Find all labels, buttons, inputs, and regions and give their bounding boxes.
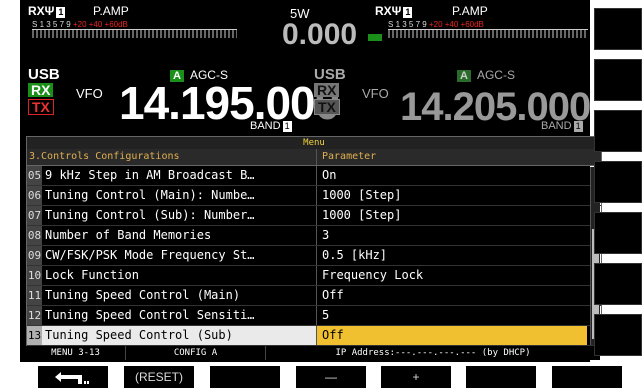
sub-mode: USB bbox=[314, 66, 346, 83]
sub-rx-badge: 1 bbox=[403, 7, 413, 18]
menu-item-value: 5 bbox=[322, 308, 330, 322]
menu-item-value: Frequency Lock bbox=[322, 268, 424, 282]
ip-address: IP Address:---.---.---.--- (by DHCP) bbox=[335, 348, 531, 358]
function-key-3[interactable] bbox=[210, 366, 280, 388]
function-key-bar: (RESET) — + bbox=[0, 363, 642, 391]
side-key-3[interactable] bbox=[594, 110, 642, 152]
menu-row[interactable]: 11 Tuning Speed Control (Main) Off bbox=[27, 286, 601, 306]
menu-row[interactable]: 12 Tuning Speed Control Sensiti… 5 bbox=[27, 306, 601, 326]
antenna-icon: Ψ bbox=[391, 4, 402, 18]
menu-header: 3.Controls Configurations Parameter bbox=[27, 149, 601, 166]
main-s-meter: S 1 3 5 7 9 +20 +40 +60dB bbox=[32, 20, 237, 38]
menu-section-title: 3.Controls Configurations bbox=[27, 149, 317, 165]
main-rx-badge: 1 bbox=[56, 7, 66, 18]
main-s-meter-bar bbox=[32, 29, 237, 38]
sub-s-meter-scale: S 1 3 5 7 9 +20 +40 +60dB bbox=[388, 20, 484, 29]
function-key-6[interactable] bbox=[466, 366, 536, 388]
menu-item-value: On bbox=[322, 168, 337, 182]
main-rx-tag: RX bbox=[28, 83, 54, 97]
sub-agc-label: AGC-S bbox=[476, 68, 515, 82]
main-tx-tag: TX bbox=[28, 99, 54, 115]
sub-band: BAND 1 bbox=[541, 120, 583, 132]
menu-list: 05 9 kHz Step in AM Broadcast B… On 06 Tuni… bbox=[27, 166, 601, 346]
radio-display: RXΨ 1 P.AMP S 1 3 5 7 9 +20 +40 +60dB 5W … bbox=[0, 0, 642, 391]
sub-agc: A AGC-S bbox=[457, 68, 515, 82]
menu-item-value: 1000 [Step] bbox=[322, 188, 402, 202]
menu-row[interactable]: 08 Number of Band Memories 3 bbox=[27, 226, 601, 246]
minus-button[interactable]: — bbox=[296, 366, 366, 388]
sub-preamp-label: P.AMP bbox=[452, 4, 488, 18]
lcd-screen: RXΨ 1 P.AMP S 1 3 5 7 9 +20 +40 +60dB 5W … bbox=[20, 0, 602, 362]
side-key-7[interactable] bbox=[594, 314, 642, 356]
menu-item-label: Tuning Control (Sub): Number… bbox=[45, 208, 255, 222]
main-rx-indicator: RXΨ 1 bbox=[28, 4, 66, 18]
side-key-1[interactable] bbox=[594, 8, 642, 50]
menu-row[interactable]: 09 CW/FSK/PSK Mode Frequency St… 0.5 [kHz] bbox=[27, 246, 601, 266]
menu-row[interactable]: 10 Lock Function Frequency Lock bbox=[27, 266, 601, 286]
sub-rx-indicator: RXΨ 1 bbox=[375, 4, 413, 18]
side-key-4[interactable] bbox=[594, 161, 642, 203]
menu-row[interactable]: 06 Tuning Control (Main): Numbe… 1000 [Ste… bbox=[27, 186, 601, 206]
menu-item-label: Number of Band Memories bbox=[45, 228, 212, 242]
side-key-6[interactable] bbox=[594, 263, 642, 305]
menu-item-value: 3 bbox=[322, 228, 330, 242]
back-button[interactable] bbox=[38, 366, 108, 388]
menu-title: Menu bbox=[27, 137, 601, 149]
config-name: CONFIG A bbox=[126, 346, 266, 360]
menu-position: MENU 3-13 bbox=[26, 346, 126, 360]
menu-item-label: Lock Function bbox=[45, 268, 139, 282]
menu-item-label: CW/FSK/PSK Mode Frequency St… bbox=[45, 248, 255, 262]
main-s-meter-scale: S 1 3 5 7 9 +20 +40 +60dB bbox=[32, 20, 128, 29]
sub-rx-label: RX bbox=[375, 4, 392, 18]
menu-item-label: Tuning Speed Control (Main) bbox=[45, 288, 241, 302]
main-mode: USB bbox=[28, 66, 60, 83]
menu-item-value: Off bbox=[317, 326, 587, 345]
power-meter-value: 0.000 bbox=[282, 18, 358, 51]
sub-s-meter-bar bbox=[388, 29, 588, 38]
menu-item-label: 9 kHz Step in AM Broadcast B… bbox=[45, 168, 255, 182]
menu-panel: Menu 3.Controls Configurations Parameter… bbox=[26, 136, 602, 347]
sub-rx-tag: RX bbox=[314, 83, 340, 97]
menu-item-label: Tuning Speed Control Sensiti… bbox=[45, 308, 255, 322]
menu-row[interactable]: 05 9 kHz Step in AM Broadcast B… On bbox=[27, 166, 601, 186]
sub-agc-badge: A bbox=[457, 70, 471, 82]
sub-vfo-label: VFO bbox=[362, 86, 389, 101]
main-vfo-label: VFO bbox=[76, 86, 103, 101]
main-band: BAND 1 bbox=[250, 120, 292, 132]
status-bar: MENU 3-13 CONFIG A IP Address:---.---.--… bbox=[26, 346, 600, 360]
plus-button[interactable]: + bbox=[381, 366, 451, 388]
menu-item-label: Tuning Speed Control (Sub) bbox=[45, 328, 233, 342]
sub-tx-tag: TX bbox=[314, 99, 340, 115]
function-key-7[interactable] bbox=[552, 366, 622, 388]
side-key-2[interactable] bbox=[594, 59, 642, 101]
return-arrow-icon bbox=[55, 371, 89, 384]
side-key-5[interactable] bbox=[594, 212, 642, 254]
menu-row-selected[interactable]: 13 Tuning Speed Control (Sub) Off bbox=[27, 326, 601, 346]
main-frequency: 14.195.000 bbox=[119, 77, 340, 129]
antenna-icon: Ψ bbox=[44, 4, 55, 18]
sub-s-meter: S 1 3 5 7 9 +20 +40 +60dB bbox=[388, 20, 588, 38]
menu-item-value: 0.5 [kHz] bbox=[322, 248, 388, 262]
split-indicator bbox=[368, 34, 382, 41]
side-softkeys bbox=[592, 0, 642, 362]
menu-item-label: Tuning Control (Main): Numbe… bbox=[45, 188, 255, 202]
menu-row[interactable]: 07 Tuning Control (Sub): Number… 1000 [Ste… bbox=[27, 206, 601, 226]
menu-parameter-header: Parameter bbox=[322, 151, 377, 162]
menu-item-value: 1000 [Step] bbox=[322, 208, 402, 222]
reset-button[interactable]: (RESET) bbox=[124, 366, 194, 388]
main-preamp-label: P.AMP bbox=[93, 4, 129, 18]
menu-item-value: Off bbox=[322, 288, 344, 302]
main-rx-label: RX bbox=[28, 4, 45, 18]
